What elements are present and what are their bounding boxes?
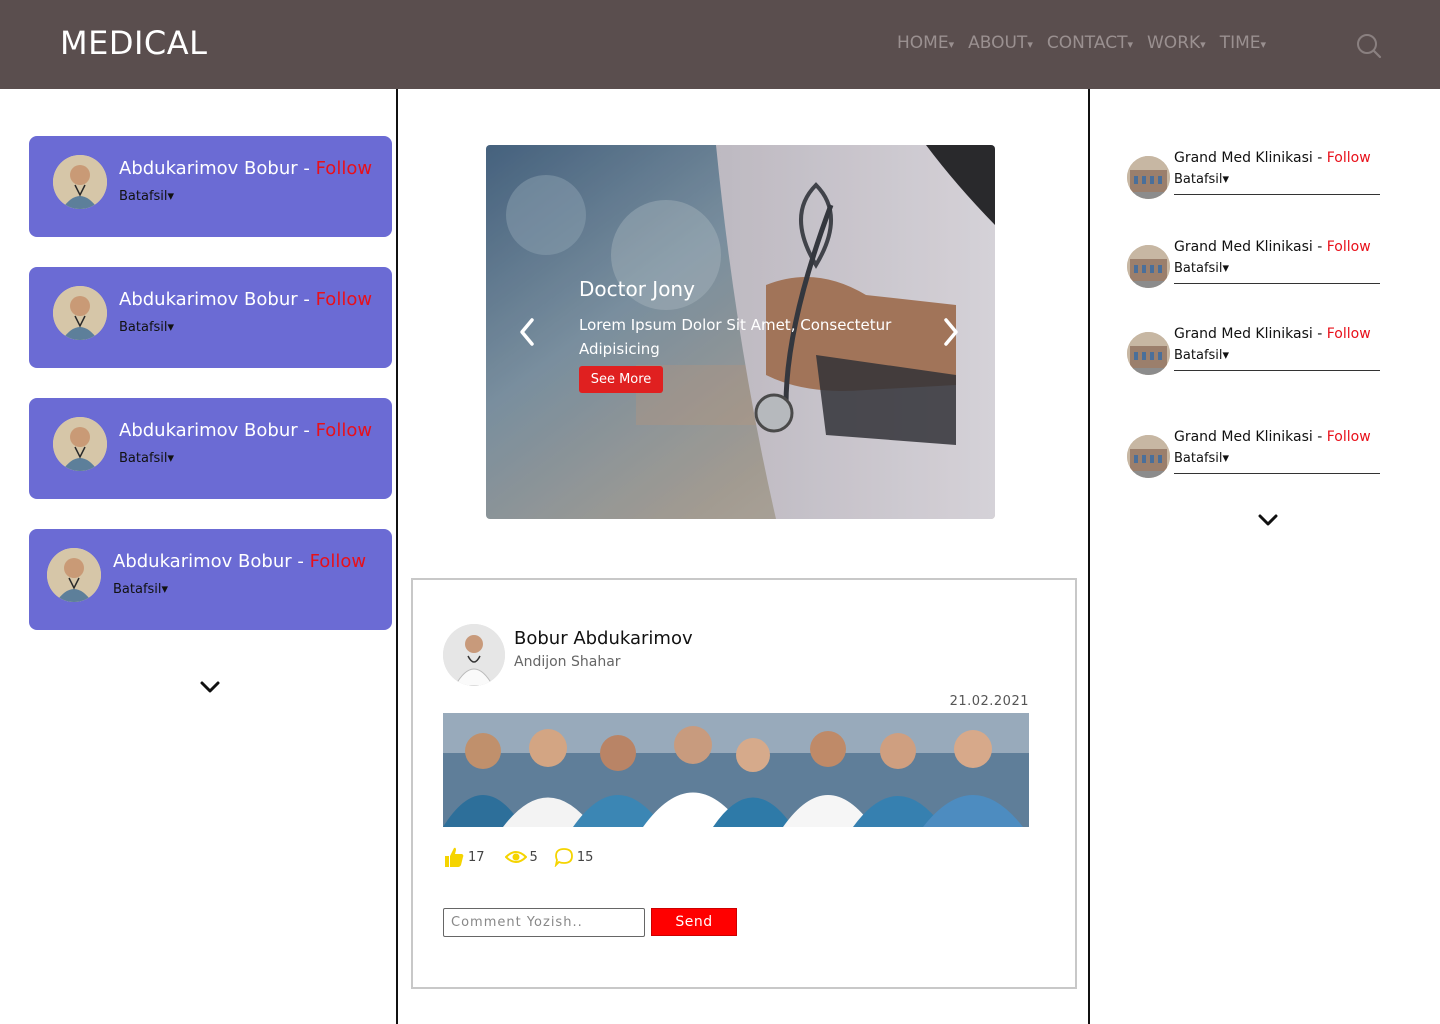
nav-time[interactable]: TIME▾ <box>1220 33 1266 53</box>
top-header: MEDICAL HOME▾ ABOUT▾ CONTACT▾ WORK▾ TIME… <box>0 0 1440 89</box>
nav-home[interactable]: HOME▾ <box>897 33 954 53</box>
nav-contact[interactable]: CONTACT▾ <box>1047 33 1133 53</box>
follow-link[interactable]: Follow <box>1327 326 1371 342</box>
send-button[interactable]: Send <box>651 908 737 936</box>
comment-icon <box>554 848 573 867</box>
details-toggle[interactable]: Batafsil▾ <box>1174 172 1229 187</box>
caret-down-icon: ▾ <box>1260 38 1267 51</box>
like-count: 17 <box>468 849 485 865</box>
chevron-down-icon[interactable] <box>1257 513 1279 527</box>
details-toggle[interactable]: Batafsil▾ <box>1174 348 1229 363</box>
divider <box>1174 283 1380 284</box>
clinic-title: Grand Med Klinikasi - Follow <box>1174 239 1371 255</box>
details-toggle[interactable]: Batafsil▾ <box>113 582 168 597</box>
caret-down-icon: ▾ <box>1200 38 1206 51</box>
doctor-card[interactable]: Abdukarimov Bobur - Follow Batafsil▾ <box>29 136 392 237</box>
comment-stat[interactable]: 15 <box>554 847 594 867</box>
follow-link[interactable]: Follow <box>1327 429 1371 445</box>
post-location: Andijon Shahar <box>514 654 621 670</box>
search-icon[interactable] <box>1356 33 1382 59</box>
details-toggle[interactable]: Batafsil▾ <box>1174 451 1229 466</box>
caret-down-icon: ▾ <box>1027 38 1033 51</box>
card-title: Abdukarimov Bobur - Follow <box>119 158 373 179</box>
doctor-card[interactable]: Abdukarimov Bobur - Follow Batafsil▾ <box>29 267 392 368</box>
post-author[interactable]: Bobur Abdukarimov <box>514 628 693 649</box>
clinic-item[interactable]: Grand Med Klinikasi - Follow Batafsil▾ <box>1127 326 1380 378</box>
view-stat[interactable]: 5 <box>504 849 538 865</box>
follow-link[interactable]: Follow <box>316 420 372 441</box>
avatar <box>53 417 107 471</box>
card-title: Abdukarimov Bobur - Follow <box>119 289 373 310</box>
view-count: 5 <box>529 849 538 865</box>
clinic-avatar <box>1127 435 1170 478</box>
clinic-avatar <box>1127 156 1170 199</box>
divider <box>1174 194 1380 195</box>
details-toggle[interactable]: Batafsil▾ <box>119 451 174 466</box>
clinic-item[interactable]: Grand Med Klinikasi - Follow Batafsil▾ <box>1127 239 1380 291</box>
chevron-left-icon[interactable] <box>518 317 536 347</box>
like-stat[interactable]: 17 <box>443 846 485 868</box>
post-stats: 17 5 15 <box>443 846 607 868</box>
avatar <box>53 286 107 340</box>
card-title: Abdukarimov Bobur - Follow <box>119 420 373 441</box>
avatar <box>47 548 101 602</box>
nav-about[interactable]: ABOUT▾ <box>968 33 1033 53</box>
comment-count: 15 <box>576 849 594 865</box>
comment-input[interactable] <box>443 908 645 937</box>
see-more-button[interactable]: See More <box>579 366 663 393</box>
slide-description: Lorem Ipsum Dolor Sit Amet, Consectetur … <box>579 316 892 358</box>
clinic-avatar <box>1127 245 1170 288</box>
post-date: 21.02.2021 <box>949 694 1029 709</box>
avatar <box>53 155 107 209</box>
slide-title: Doctor Jony <box>579 277 695 301</box>
thumbs-up-icon <box>445 847 464 867</box>
clinic-item[interactable]: Grand Med Klinikasi - Follow Batafsil▾ <box>1127 429 1380 481</box>
details-toggle[interactable]: Batafsil▾ <box>119 189 174 204</box>
nav-work[interactable]: WORK▾ <box>1147 33 1206 53</box>
avatar[interactable] <box>443 624 505 686</box>
follow-link[interactable]: Follow <box>316 158 372 179</box>
post-image <box>443 713 1029 827</box>
clinic-avatar <box>1127 332 1170 375</box>
caret-down-icon: ▾ <box>948 38 955 51</box>
divider <box>1174 370 1380 371</box>
follow-link[interactable]: Follow <box>310 551 366 572</box>
post-card: Bobur Abdukarimov Andijon Shahar 21.02.2… <box>411 578 1077 989</box>
doctor-card[interactable]: Abdukarimov Bobur - Follow Batafsil▾ <box>29 529 392 630</box>
main-nav: HOME▾ ABOUT▾ CONTACT▾ WORK▾ TIME▾ <box>897 33 1280 53</box>
follow-link[interactable]: Follow <box>1327 150 1371 166</box>
site-logo[interactable]: MEDICAL <box>60 24 207 62</box>
clinic-item[interactable]: Grand Med Klinikasi - Follow Batafsil▾ <box>1127 150 1380 202</box>
right-divider <box>1088 89 1090 1024</box>
eye-icon <box>504 851 527 863</box>
clinic-title: Grand Med Klinikasi - Follow <box>1174 429 1371 445</box>
left-divider <box>396 89 398 1024</box>
card-title: Abdukarimov Bobur - Follow <box>113 551 367 572</box>
hero-slider: Doctor Jony Lorem Ipsum Dolor Sit Amet, … <box>486 145 995 519</box>
clinic-title: Grand Med Klinikasi - Follow <box>1174 326 1371 342</box>
clinic-title: Grand Med Klinikasi - Follow <box>1174 150 1371 166</box>
divider <box>1174 473 1380 474</box>
follow-link[interactable]: Follow <box>316 289 372 310</box>
details-toggle[interactable]: Batafsil▾ <box>119 320 174 335</box>
chevron-right-icon[interactable] <box>942 317 960 347</box>
details-toggle[interactable]: Batafsil▾ <box>1174 261 1229 276</box>
chevron-down-icon[interactable] <box>199 680 221 694</box>
doctor-card[interactable]: Abdukarimov Bobur - Follow Batafsil▾ <box>29 398 392 499</box>
follow-link[interactable]: Follow <box>1327 239 1371 255</box>
caret-down-icon: ▾ <box>1127 38 1133 51</box>
